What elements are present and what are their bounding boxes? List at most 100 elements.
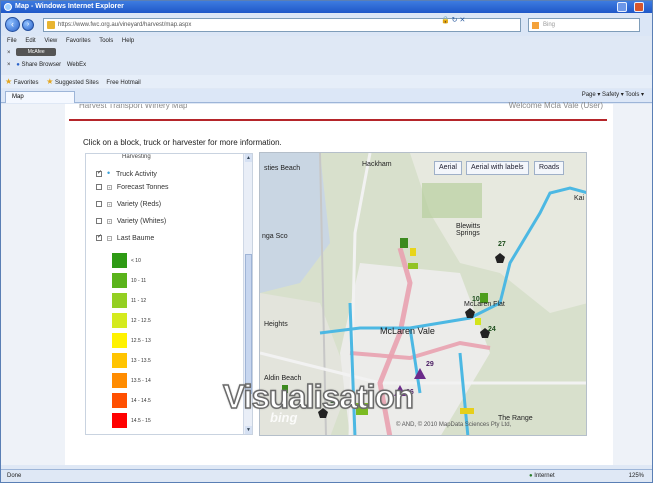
baume-swatch — [112, 353, 127, 368]
scroll-up-icon[interactable]: ▲ — [245, 154, 252, 162]
checkbox[interactable] — [96, 169, 102, 178]
baume-swatch — [112, 313, 127, 328]
page-icon — [47, 21, 55, 29]
close-toolbar-icon-2[interactable]: × — [7, 59, 11, 71]
search-field[interactable]: Bing — [528, 18, 640, 32]
legend-heading: Harvesting — [122, 154, 151, 160]
baume-swatch — [112, 373, 127, 388]
baume-swatch-label: 13.5 - 14 — [131, 378, 151, 384]
map-label: Hackham — [362, 161, 392, 168]
expand-icon[interactable]: + — [106, 218, 112, 224]
block-number[interactable]: 27 — [498, 241, 506, 248]
legend-label: Forecast Tonnes — [116, 184, 169, 191]
mcafee-button[interactable]: McAfee — [16, 48, 57, 57]
webex-button[interactable]: WebEx — [67, 62, 86, 68]
menu-bar: File Edit View Favorites Tools Help — [1, 36, 652, 47]
baume-swatch-label: 11 - 12 — [131, 298, 147, 304]
menu-tools[interactable]: Tools — [99, 38, 113, 44]
window-title: Map - Windows Internet Explorer — [15, 3, 124, 10]
security-zone: ● Internet — [529, 470, 555, 483]
baume-swatch-label: < 10 — [131, 258, 141, 264]
truck-number[interactable]: 29 — [426, 361, 434, 368]
header-divider — [69, 119, 607, 121]
collapse-icon[interactable]: − — [106, 235, 112, 241]
zoom-level[interactable]: 125% — [629, 470, 644, 483]
map-label: Heights — [264, 321, 288, 328]
ie-icon — [4, 3, 12, 11]
checkbox[interactable] — [96, 218, 102, 225]
favorites-star-icon: ★ — [5, 77, 13, 86]
map-label: nga Sco — [262, 233, 288, 240]
baume-swatch — [112, 273, 127, 288]
command-bar[interactable]: Page ▾ Safety ▾ Tools ▾ — [582, 91, 644, 98]
bing-icon — [532, 22, 539, 29]
legend-label: Variety (Whites) — [116, 218, 167, 225]
back-button[interactable]: ‹ — [5, 17, 20, 32]
scroll-thumb[interactable] — [245, 254, 252, 394]
menu-help[interactable]: Help — [122, 38, 134, 44]
map-aerial-button[interactable]: Aerial — [434, 161, 462, 175]
block-number[interactable]: 24 — [488, 326, 496, 333]
status-bar: Done ● Internet 125% — [1, 469, 652, 482]
fav-suggested-sites[interactable]: Suggested Sites — [55, 80, 99, 86]
checkbox[interactable] — [96, 201, 102, 208]
legend-label: Truck Activity — [115, 171, 157, 178]
baume-swatch-label: 14.5 - 15 — [131, 418, 151, 424]
share-browser-button[interactable]: Share Browser — [21, 62, 61, 68]
minimize-button[interactable] — [617, 2, 627, 12]
browser-window: Map - Windows Internet Explorer ‹ › http… — [0, 0, 653, 483]
checkbox[interactable] — [96, 233, 102, 242]
baume-swatch — [112, 293, 127, 308]
address-row: ‹ › https://www.fwc.org.au/vineyard/harv… — [1, 14, 652, 36]
globe-icon: ● — [16, 62, 20, 68]
legend-label: Last Baume — [116, 235, 155, 242]
menu-favorites[interactable]: Favorites — [66, 38, 91, 44]
status-text: Done — [7, 473, 22, 479]
scroll-down-icon[interactable]: ▼ — [245, 426, 252, 434]
map-copyright: © AND, © 2010 MapData Sciences Pty Ltd, — [396, 422, 512, 428]
zone-label: Internet — [534, 473, 555, 479]
map-roads-button[interactable]: Roads — [534, 161, 565, 175]
toolbar-mcafee: × McAfee — [1, 47, 652, 59]
expand-icon[interactable]: + — [106, 184, 112, 190]
legend-row-forecast-tonnes[interactable]: + Forecast Tonnes — [96, 184, 169, 191]
overlay-caption: Visualisation — [222, 377, 414, 416]
site-nav[interactable]: Harvest Transport Winery Map — [79, 104, 187, 112]
close-toolbar-icon[interactable]: × — [7, 47, 11, 59]
legend-row-variety-whites[interactable]: + Variety (Whites) — [96, 218, 166, 225]
expand-icon[interactable]: + — [106, 201, 112, 207]
refresh-stop-icons[interactable]: 🔒 ↻ ✕ — [441, 16, 465, 24]
page-viewport: Harvest Transport Winery Map Welcome Mcl… — [1, 101, 652, 465]
toolbar-share: × ● Share Browser WebEx — [1, 59, 652, 71]
fav-free-hotmail[interactable]: Free Hotmail — [106, 80, 140, 86]
legend-row-last-baume[interactable]: − Last Baume — [96, 233, 155, 242]
menu-file[interactable]: File — [7, 38, 17, 44]
forward-button[interactable]: › — [22, 19, 34, 31]
baume-swatch-label: 12 - 12.5 — [131, 318, 151, 324]
legend-label: Variety (Reds) — [116, 201, 162, 208]
baume-swatch-label: 14 - 14.5 — [131, 398, 151, 404]
search-placeholder: Bing — [543, 22, 556, 28]
globe-icon: ● — [529, 473, 533, 479]
block-number[interactable]: 10 — [472, 296, 480, 303]
map-label: sties Beach — [264, 165, 301, 172]
legend-row-truck-activity[interactable]: • Truck Activity — [96, 168, 157, 178]
menu-edit[interactable]: Edit — [25, 38, 35, 44]
add-favorite-icon[interactable]: ★ — [46, 77, 53, 86]
map-label: The Range — [498, 415, 533, 422]
close-button[interactable] — [634, 2, 644, 12]
user-welcome: Welcome Mcla Vale (User) — [508, 101, 603, 110]
baume-swatch — [112, 413, 127, 428]
baume-swatch-label: 13 - 13.5 — [131, 358, 151, 364]
favorites-button[interactable]: Favorites — [14, 80, 39, 86]
baume-swatch — [112, 333, 127, 348]
map-label: McLaren Vale — [380, 326, 435, 336]
map-aerial-labels-button[interactable]: Aerial with labels — [466, 161, 529, 175]
baume-swatch-label: 12.5 - 13 — [131, 338, 151, 344]
checkbox[interactable] — [96, 184, 102, 191]
map-instructions: Click on a block, truck or harvester for… — [83, 138, 282, 147]
legend-row-variety-reds[interactable]: + Variety (Reds) — [96, 201, 161, 208]
tab-map[interactable]: Map — [5, 91, 75, 103]
baume-swatch — [112, 253, 127, 268]
menu-view[interactable]: View — [44, 38, 57, 44]
